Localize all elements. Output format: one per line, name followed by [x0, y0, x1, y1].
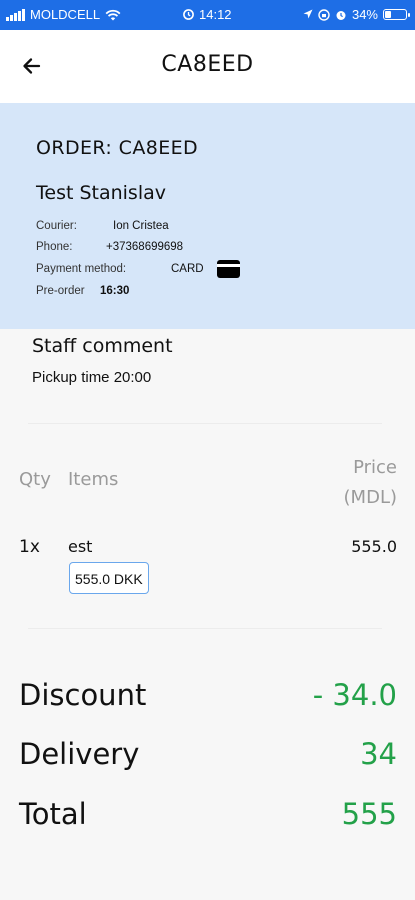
discount-value: - 34.0 [312, 678, 397, 712]
phone-number[interactable]: +37368699698 [106, 241, 183, 253]
divider [28, 423, 382, 424]
qty-header: Qty [19, 469, 51, 490]
item-price: 555.0 [351, 537, 397, 556]
price-header: Price (MDL) [344, 453, 397, 513]
credit-card-icon [217, 260, 240, 278]
staff-comment-title: Staff comment [32, 335, 173, 357]
phone-label: Phone: [36, 241, 73, 253]
items-header: Items [68, 469, 119, 490]
total-label: Total [19, 797, 87, 831]
item-name: est [68, 537, 93, 556]
courier-name: Ion Cristea [113, 220, 169, 232]
location-icon [303, 9, 313, 19]
status-bar: MOLDCELL 14:12 34% [0, 0, 415, 30]
lock-rotation-icon [318, 8, 330, 21]
staff-comment-text: Pickup time 20:00 [32, 369, 152, 386]
delivery-label: Delivery [19, 737, 140, 771]
item-currency-badge[interactable]: 555.0 DKK [69, 562, 149, 594]
discount-label: Discount [19, 678, 147, 712]
app-header: CA8EED [0, 30, 415, 103]
payment-method-label: Payment method: [36, 263, 127, 275]
wifi-icon [105, 9, 121, 20]
preorder-time: 16:30 [100, 285, 130, 297]
customer-name: Test Stanislav [36, 182, 166, 204]
courier-label: Courier: [36, 220, 77, 232]
signal-icon [6, 8, 25, 21]
price-header-line1: Price [353, 457, 397, 478]
page-title: CA8EED [161, 52, 254, 77]
preorder-label: Pre-order [36, 285, 85, 297]
battery-icon [383, 9, 410, 20]
price-header-line2: (MDL) [343, 487, 397, 508]
payment-method-value: CARD [171, 263, 204, 275]
divider [28, 628, 382, 629]
alarm-icon [183, 9, 194, 20]
battery-percent: 34% [351, 7, 378, 22]
item-qty: 1x [19, 537, 40, 557]
carrier-name: MOLDCELL [30, 7, 101, 22]
delivery-value: 34 [360, 737, 397, 771]
order-title: ORDER: CA8EED [36, 137, 199, 159]
alarm-clock-icon [336, 10, 346, 20]
status-time: 14:12 [199, 7, 232, 22]
total-value: 555 [341, 797, 397, 831]
